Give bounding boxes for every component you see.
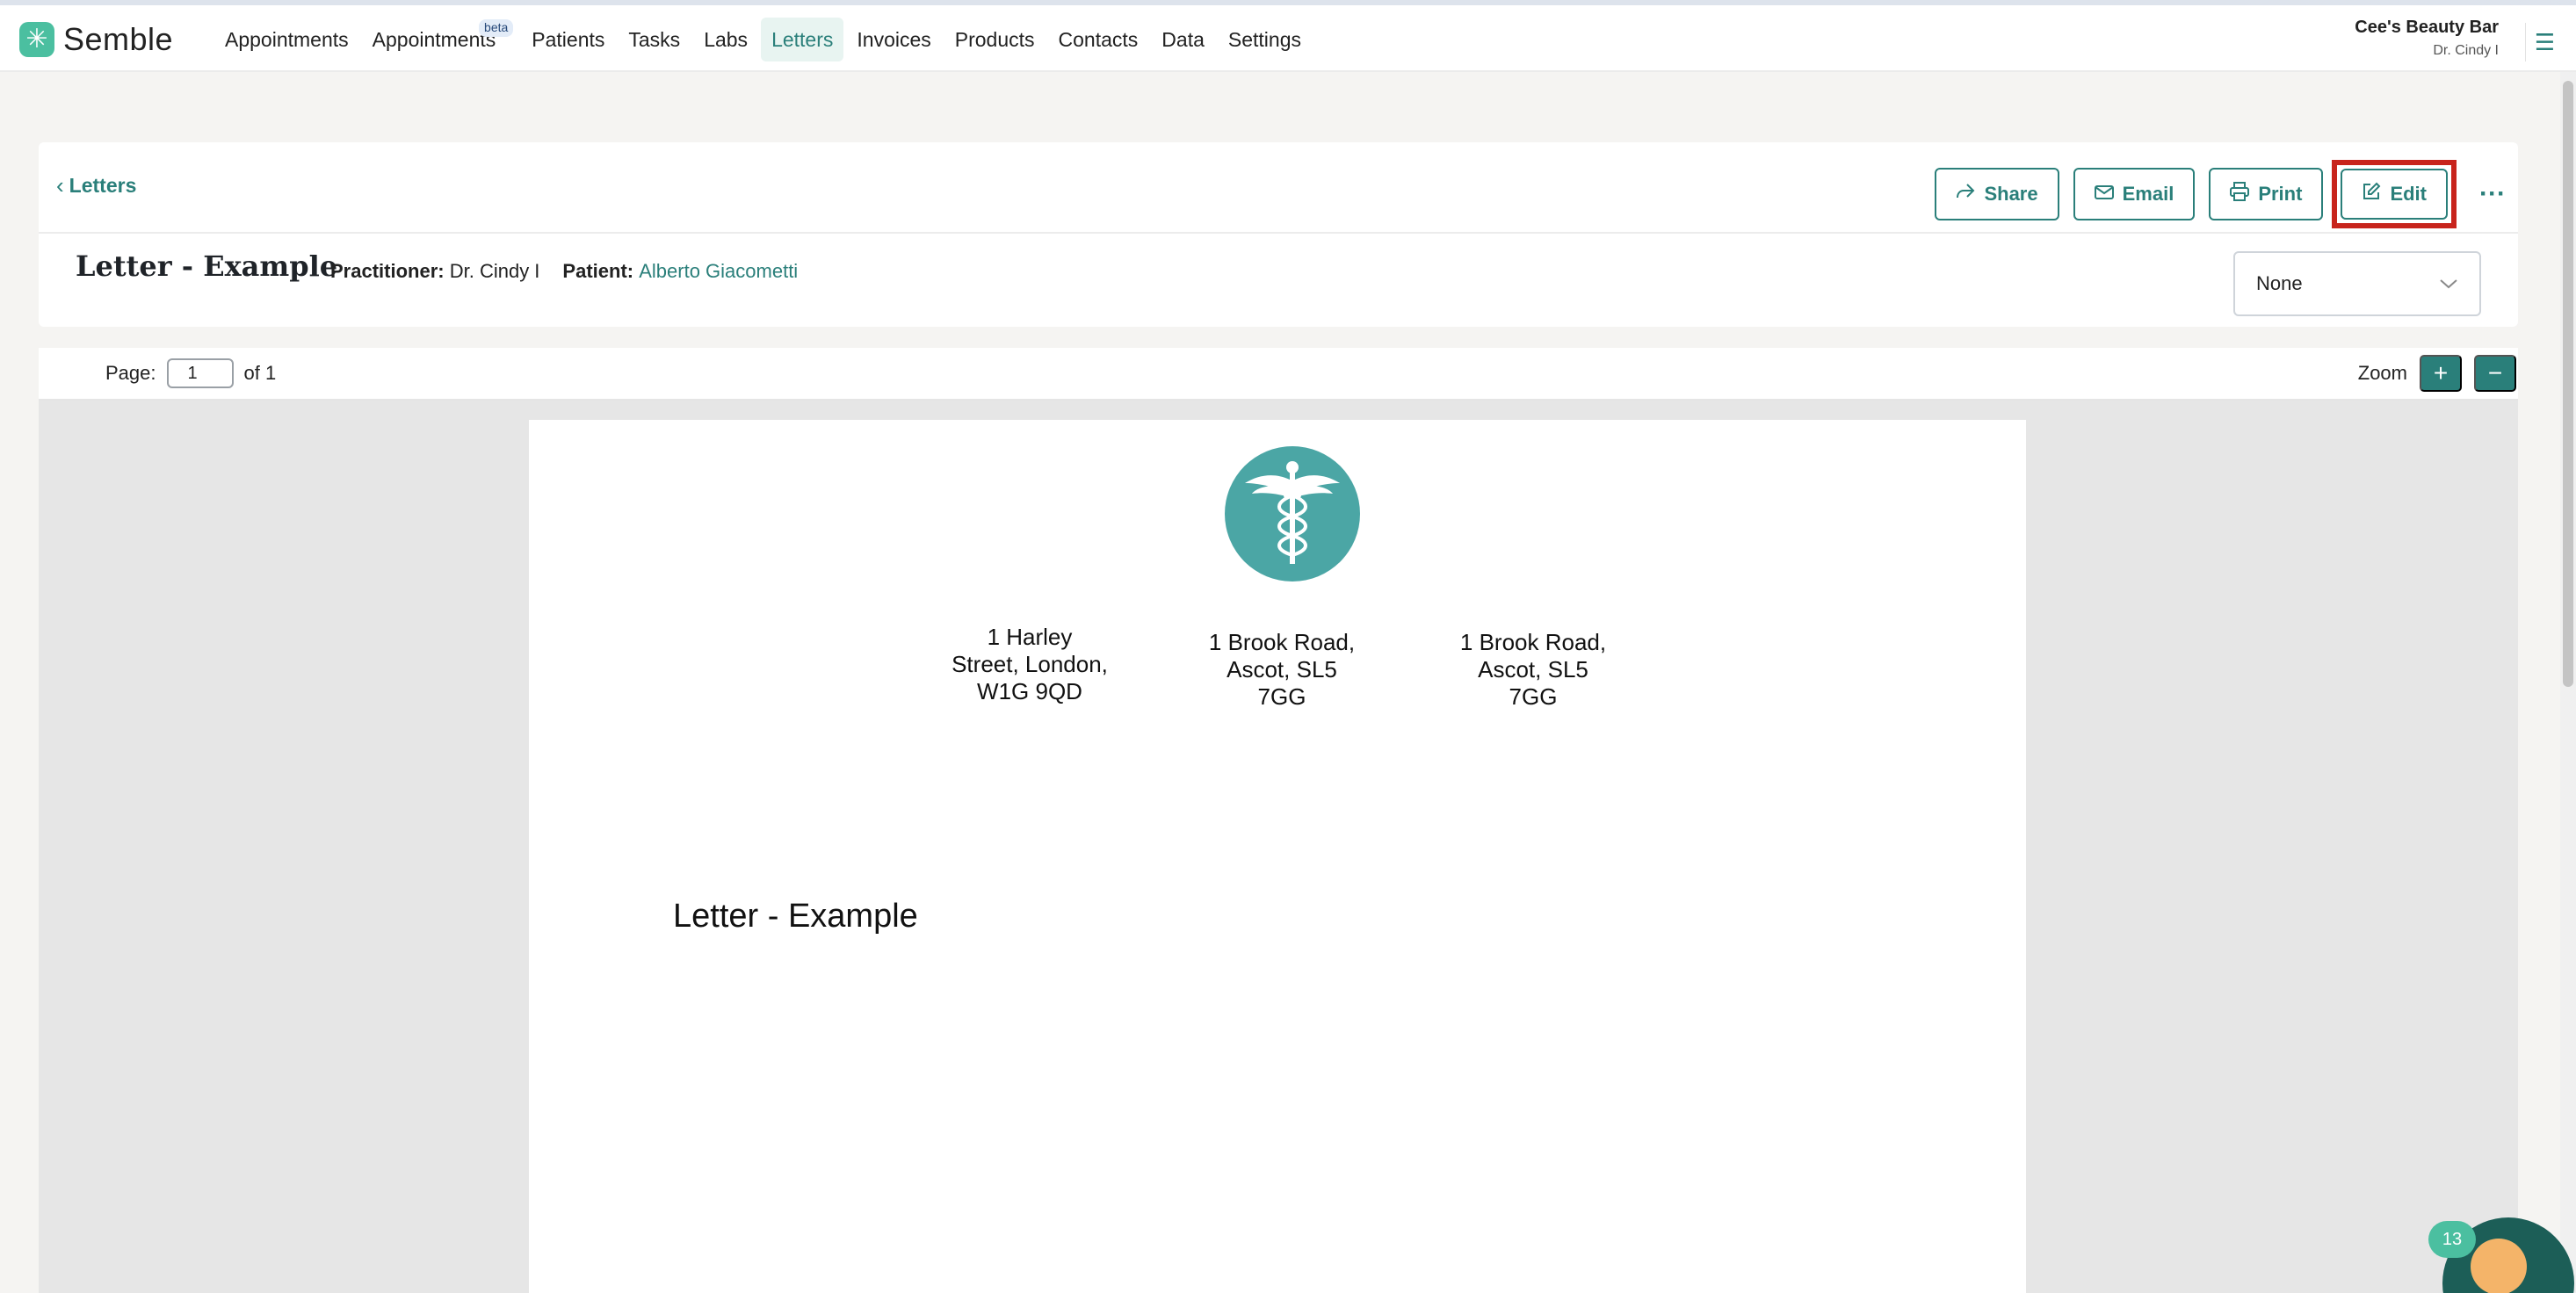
- nav-item-products[interactable]: Products: [944, 18, 1046, 61]
- nav-item-labs[interactable]: Labs: [693, 18, 758, 61]
- chevron-left-icon: ‹: [56, 172, 64, 199]
- zoom-out-button[interactable]: −: [2474, 355, 2516, 392]
- nav-item-appointments[interactable]: Appointments: [214, 18, 359, 61]
- patient-link[interactable]: Alberto Giacometti: [639, 260, 798, 283]
- nav-item-data[interactable]: Data: [1151, 18, 1215, 61]
- chevron-down-icon: [2439, 272, 2458, 295]
- nav-item-appointments-beta[interactable]: Appointments beta: [362, 18, 514, 61]
- nav-label: Invoices: [857, 28, 931, 51]
- print-button[interactable]: Print: [2209, 168, 2324, 220]
- pdf-viewer-toolbar: Page: of 1 Zoom + −: [39, 348, 2518, 401]
- address-line: 1 Harley: [987, 624, 1073, 650]
- page-number-input[interactable]: [166, 358, 234, 388]
- nav-item-settings[interactable]: Settings: [1218, 18, 1312, 61]
- caduceus-logo-icon: [1225, 446, 1360, 581]
- select-value: None: [2256, 272, 2303, 294]
- nav-label: Settings: [1227, 28, 1301, 51]
- email-label: Email: [2122, 183, 2174, 205]
- mail-icon: [2094, 183, 2114, 206]
- address-line: Ascot, SL5: [1478, 656, 1588, 683]
- back-to-letters-link[interactable]: ‹ Letters: [56, 172, 136, 199]
- nav-label: Labs: [704, 28, 749, 51]
- brand-logo[interactable]: ✳ Semble: [19, 21, 173, 58]
- address-block: 1 Harley Street, London, W1G 9QD: [942, 624, 1118, 705]
- nav-label: Products: [954, 28, 1035, 51]
- nav-label: Appointments: [225, 28, 349, 51]
- address-line: 7GG: [1257, 683, 1306, 710]
- page-label: Page:: [105, 362, 156, 384]
- edit-highlight-box: Edit: [2332, 160, 2457, 228]
- pdf-viewer[interactable]: 1 Harley Street, London, W1G 9QD 1 Brook…: [39, 401, 2518, 1293]
- semble-logo-icon: ✳: [19, 22, 54, 57]
- organization-name: Cee's Beauty Bar: [2355, 18, 2499, 37]
- share-icon: [1956, 183, 1975, 206]
- page-control: Page: of 1: [105, 358, 276, 388]
- chat-avatar-icon: [2471, 1239, 2527, 1293]
- page-total: of 1: [243, 362, 277, 384]
- page-title: Letter - Example: [76, 249, 338, 283]
- scrollbar-thumb[interactable]: [2563, 81, 2573, 687]
- zoom-label: Zoom: [2357, 362, 2407, 384]
- top-header: ✳ Semble Appointments Appointments beta P…: [0, 5, 2576, 72]
- address-block: 1 Brook Road, Ascot, SL5 7GG: [1194, 629, 1370, 711]
- print-label: Print: [2258, 183, 2303, 205]
- share-button[interactable]: Share: [1935, 168, 2059, 220]
- zoom-in-button[interactable]: +: [2420, 355, 2462, 392]
- notification-badge[interactable]: 13: [2428, 1221, 2476, 1258]
- nav-item-patients[interactable]: Patients: [521, 18, 615, 61]
- main-nav: Appointments Appointments beta Patients T…: [214, 18, 1314, 61]
- address-line: Ascot, SL5: [1226, 656, 1337, 683]
- letter-header-card: ‹ Letters Share Email Print Edit ··· Let…: [39, 142, 2518, 327]
- address-line: 1 Brook Road,: [1208, 629, 1356, 655]
- patient-label: Patient:: [562, 260, 634, 282]
- nav-label: Tasks: [628, 28, 681, 51]
- nav-item-invoices[interactable]: Invoices: [846, 18, 941, 61]
- edit-button[interactable]: Edit: [2341, 169, 2448, 220]
- zoom-control: Zoom + −: [2358, 355, 2516, 392]
- back-link-label: Letters: [69, 174, 137, 197]
- address-line: Street, London,: [952, 651, 1108, 677]
- printer-icon: [2230, 182, 2250, 206]
- user-name: Dr. Cindy I: [2433, 43, 2499, 58]
- letter-page: 1 Harley Street, London, W1G 9QD 1 Brook…: [529, 420, 2026, 1293]
- practitioner-label: Practitioner:: [330, 260, 445, 282]
- edit-icon: [2362, 182, 2381, 206]
- share-label: Share: [1984, 183, 2038, 205]
- nav-item-letters[interactable]: Letters: [761, 18, 844, 61]
- nav-label: Contacts: [1058, 28, 1139, 51]
- page-scrollbar[interactable]: [2560, 72, 2576, 1293]
- nav-label: Data: [1161, 28, 1205, 51]
- nav-label: Appointments: [372, 28, 496, 51]
- account-switcher[interactable]: Cee's Beauty Bar Dr. Cindy I: [2355, 18, 2499, 59]
- more-options-icon[interactable]: ···: [2479, 179, 2506, 209]
- nav-label: Patients: [532, 28, 605, 51]
- letter-actions: Share Email Print Edit ···: [1921, 160, 2506, 228]
- template-select[interactable]: None: [2233, 251, 2481, 316]
- nav-label: Letters: [771, 28, 834, 51]
- hamburger-menu-icon[interactable]: ☰: [2525, 23, 2564, 61]
- letter-meta: Practitioner: Dr. Cindy I Patient: Alber…: [330, 260, 798, 283]
- address-block: 1 Brook Road, Ascot, SL5 7GG: [1445, 629, 1621, 711]
- brand-name: Semble: [63, 21, 174, 57]
- address-line: 7GG: [1509, 683, 1558, 710]
- letter-heading: Letter - Example: [673, 898, 918, 935]
- beta-badge: beta: [479, 19, 514, 37]
- nav-item-contacts[interactable]: Contacts: [1048, 18, 1149, 61]
- address-line: W1G 9QD: [977, 678, 1082, 704]
- practitioner-value: Dr. Cindy I: [449, 260, 540, 282]
- nav-item-tasks[interactable]: Tasks: [618, 18, 691, 61]
- email-button[interactable]: Email: [2073, 168, 2196, 220]
- edit-label: Edit: [2390, 183, 2427, 205]
- address-line: 1 Brook Road,: [1459, 629, 1607, 655]
- card-divider: [39, 232, 2518, 234]
